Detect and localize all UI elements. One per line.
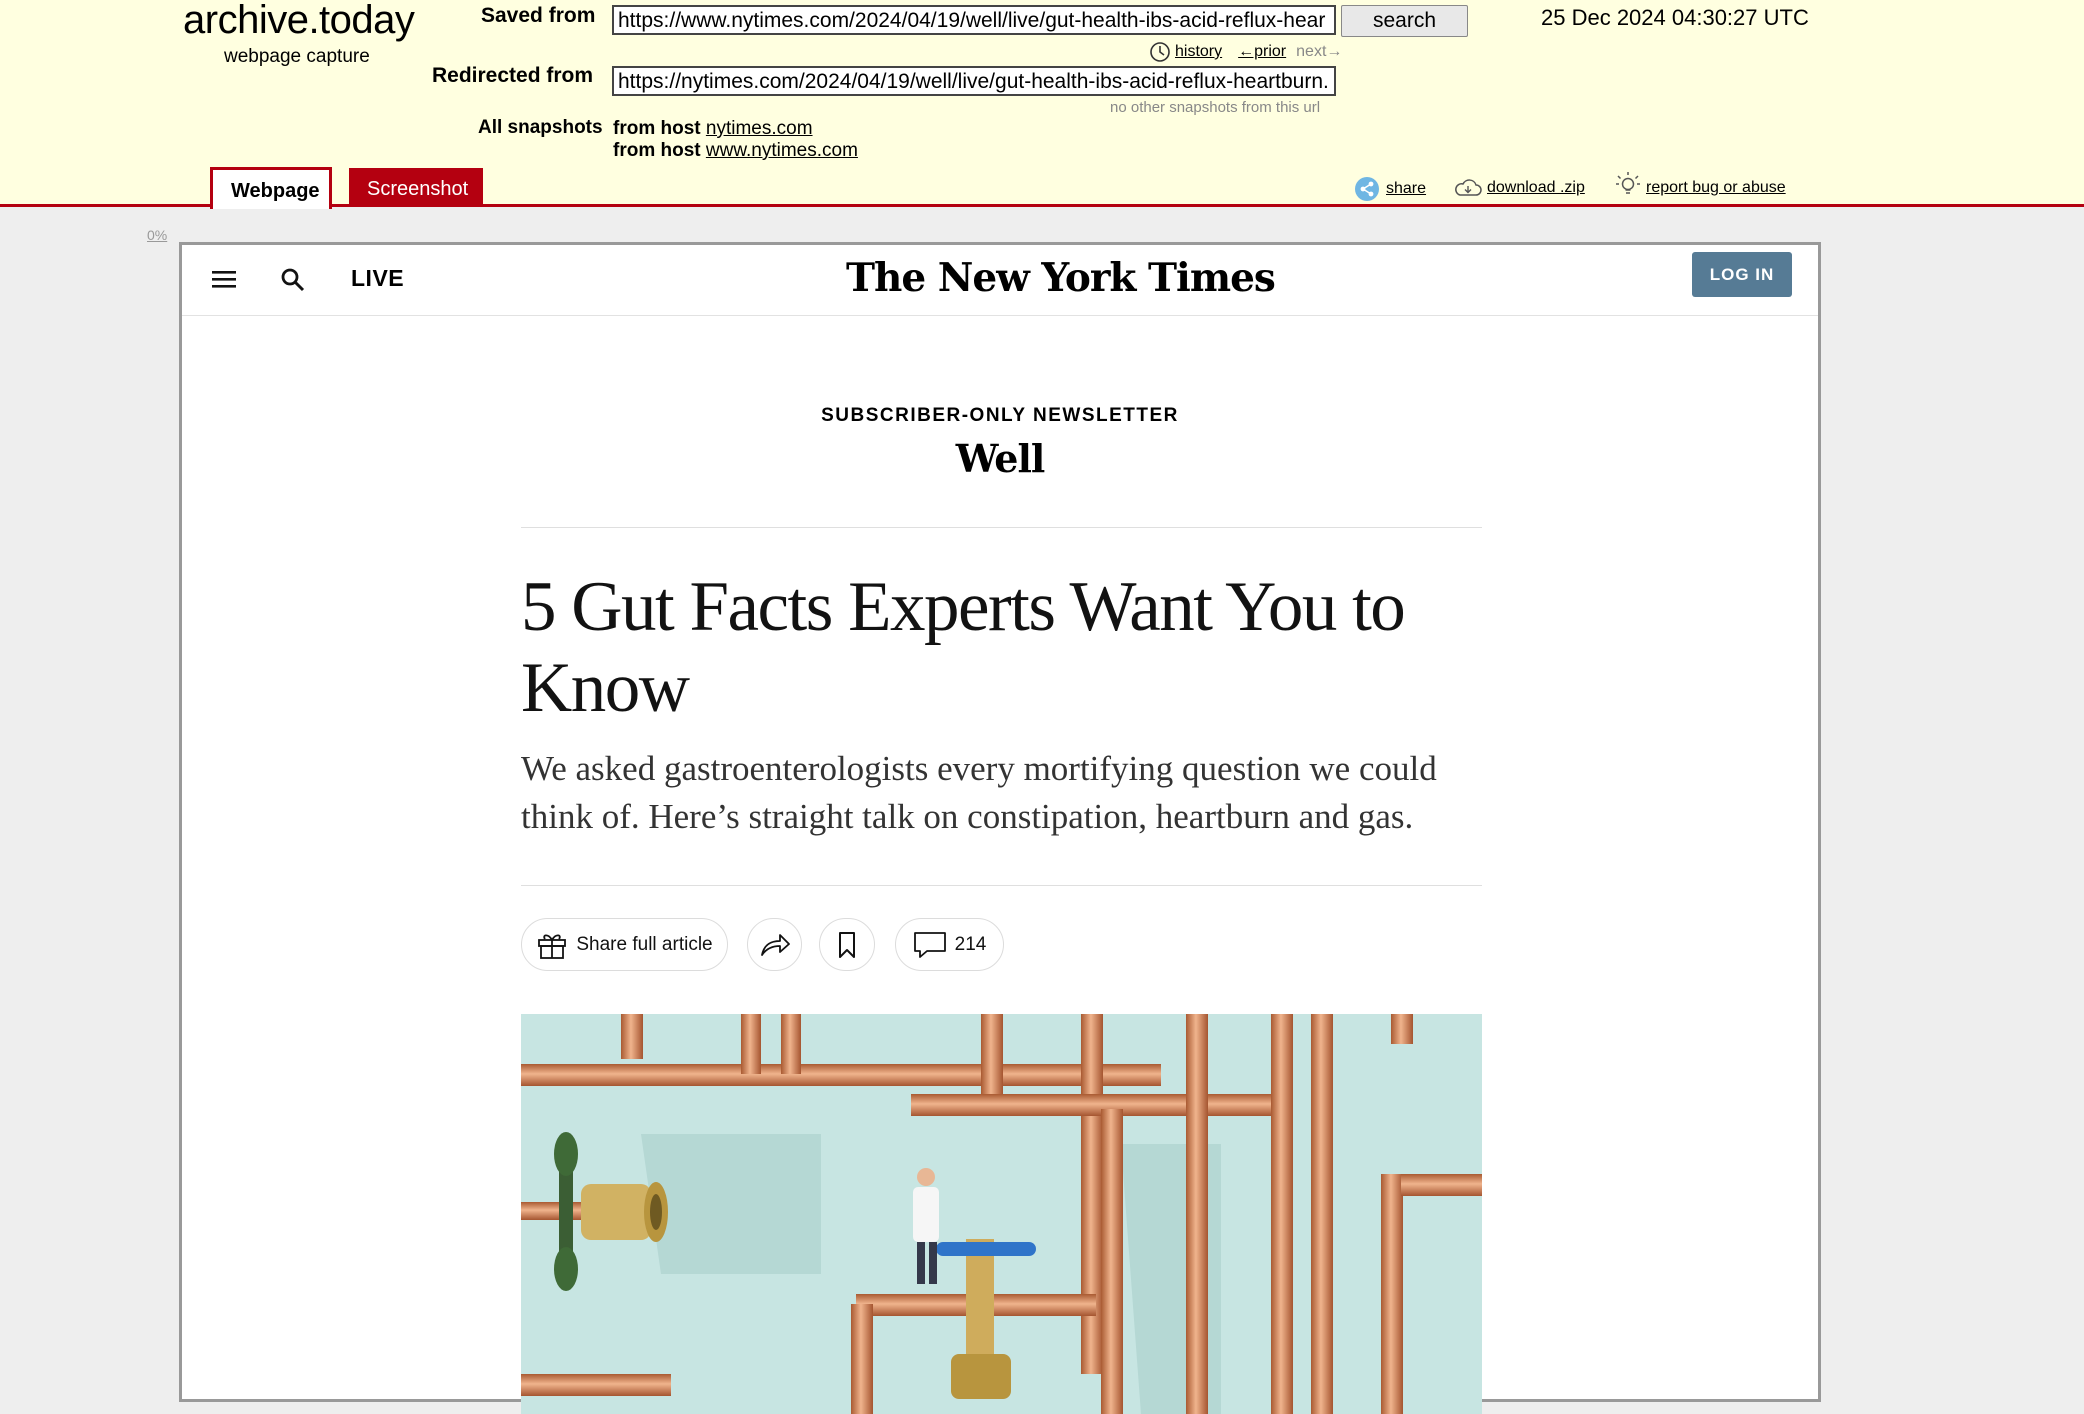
tab-webpage[interactable]: Webpage (210, 167, 332, 209)
host-link-www-nytimes[interactable]: www.nytimes.com (706, 140, 858, 161)
gift-icon (538, 933, 567, 959)
archive-header: archive.today webpage capture Saved from… (0, 0, 2084, 209)
scroll-percent[interactable]: 0% (147, 227, 167, 243)
all-snapshots-label: All snapshots (478, 117, 603, 138)
archive-logo[interactable]: archive.today (183, 0, 415, 43)
newsletter-kicker: SUBSCRIBER-ONLY NEWSLETTER (821, 405, 1179, 426)
snapshot-host-row: from host nytimes.com (613, 118, 813, 140)
host-prefix: from host (613, 140, 701, 161)
prior-link[interactable]: ←prior (1238, 43, 1286, 61)
share-tool[interactable]: share (1354, 176, 1426, 202)
next-link: next→ (1296, 43, 1343, 60)
saved-from-label: Saved from (481, 4, 596, 27)
search-button[interactable]: search (1341, 5, 1468, 37)
archive-logo-subtitle: webpage capture (224, 46, 370, 67)
no-other-snapshots-note: no other snapshots from this url (1110, 99, 1321, 116)
lightbulb-icon (1616, 172, 1640, 194)
article-headline: 5 Gut Facts Experts Want You to Know (521, 568, 1406, 727)
comment-bubble-icon (913, 931, 946, 958)
snapshot-host-row: from host www.nytimes.com (613, 140, 858, 162)
history-link[interactable]: history (1175, 43, 1222, 61)
captured-webpage: LIVE The New York Times LOG IN SUBSCRIBE… (179, 242, 1821, 1414)
host-prefix: from host (613, 118, 701, 139)
search-icon[interactable] (280, 267, 306, 293)
column-name[interactable]: Well (182, 436, 1818, 481)
comment-count: 214 (954, 933, 987, 955)
nyt-logo[interactable]: The New York Times (846, 255, 1276, 301)
hamburger-menu-icon[interactable] (212, 269, 238, 289)
live-label[interactable]: LIVE (351, 265, 404, 292)
bookmark-icon (839, 931, 855, 958)
nyt-top-bar: LIVE The New York Times LOG IN (182, 245, 1818, 316)
redirected-from-label: Redirected from (432, 64, 594, 87)
divider (521, 885, 1482, 886)
share-button[interactable] (747, 918, 802, 971)
share-full-article-button[interactable]: Share full article (521, 918, 728, 971)
download-tool[interactable]: download .zip (1453, 176, 1585, 200)
report-tool[interactable]: report bug or abuse (1614, 170, 1786, 200)
clock-icon (1150, 42, 1170, 62)
tab-screenshot[interactable]: Screenshot (349, 168, 483, 207)
save-bookmark-button[interactable] (819, 918, 875, 971)
cloud-download-icon (1455, 179, 1482, 196)
capture-timestamp: 25 Dec 2024 04:30:27 UTC (1541, 5, 1809, 30)
article-summary: We asked gastroenterologists every morti… (521, 749, 1437, 836)
copper-pipes-illustration (521, 1014, 1482, 1414)
share-arrow-icon (760, 933, 790, 956)
login-button[interactable]: LOG IN (1692, 252, 1792, 297)
saved-from-url-input[interactable]: https://www.nytimes.com/2024/04/19/well/… (612, 5, 1336, 35)
report-bug-link[interactable]: report bug or abuse (1646, 179, 1786, 197)
divider (521, 527, 1482, 528)
share-link[interactable]: share (1386, 180, 1426, 198)
share-full-article-label: Share full article (576, 933, 713, 955)
comments-button[interactable]: 214 (895, 918, 1004, 971)
download-zip-link[interactable]: download .zip (1487, 179, 1585, 197)
lead-image (521, 1014, 1482, 1414)
share-icon (1355, 177, 1379, 201)
redirected-from-url-input[interactable]: https://nytimes.com/2024/04/19/well/live… (612, 66, 1336, 96)
history-row: history ←prior next→ (1149, 41, 1342, 63)
host-link-nytimes[interactable]: nytimes.com (706, 118, 813, 139)
